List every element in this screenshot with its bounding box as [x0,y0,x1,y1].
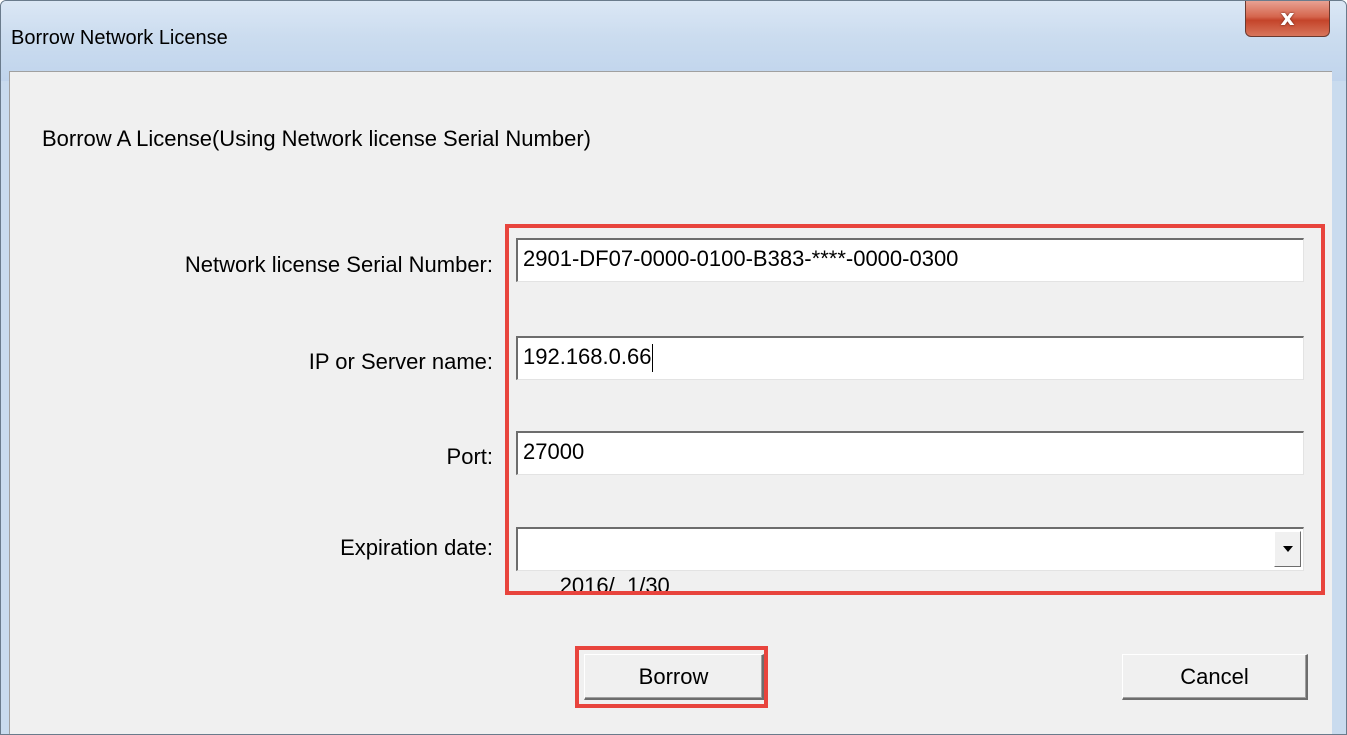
server-label: IP or Server name: [308,349,493,374]
server-input[interactable]: 192.168.0.66 [516,336,1304,380]
borrow-button-label: Borrow [638,663,709,689]
close-icon: x [1280,6,1295,31]
port-value: 27000 [523,439,585,464]
serial-number-value: 2901-DF07-0000-0100-B383-****-0000-0300 [523,246,959,271]
cancel-button[interactable]: Cancel [1122,654,1308,700]
title-bar[interactable]: Borrow Network License x [1,1,1346,81]
borrow-button[interactable]: Borrow [584,654,764,700]
expiration-date-select[interactable]: 2016/ 1/30 [516,527,1304,598]
port-label: Port: [446,444,493,469]
dialog-body: Borrow A License(Using Network license S… [9,71,1332,734]
expiration-value: 2016/ 1/30 [559,573,670,598]
serial-number-label: Network license Serial Number: [184,252,493,277]
chevron-down-icon [1282,546,1293,552]
port-input[interactable]: 27000 [516,431,1304,475]
text-cursor [652,344,654,373]
cancel-button-label: Cancel [1180,663,1249,689]
dialog-heading: Borrow A License(Using Network license S… [42,126,591,151]
serial-number-input[interactable]: 2901-DF07-0000-0100-B383-****-0000-0300 [516,238,1304,282]
expiration-label: Expiration date: [340,535,493,560]
dialog-window: Borrow Network License x Borrow A Licens… [0,0,1347,735]
window-title: Borrow Network License [11,27,228,49]
server-value: 192.168.0.66 [523,344,652,369]
expiration-dropdown-button[interactable] [1274,531,1301,567]
close-button[interactable]: x [1245,1,1330,37]
